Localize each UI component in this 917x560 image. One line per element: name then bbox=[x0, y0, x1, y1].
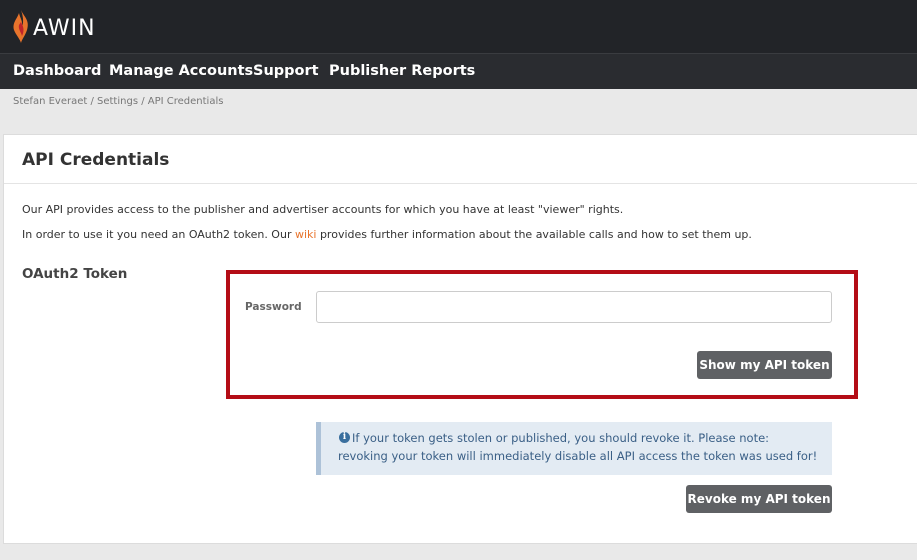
highlight-annotation bbox=[226, 270, 858, 399]
brand-name: AWIN bbox=[33, 15, 96, 41]
nav-dashboard[interactable]: Dashboard bbox=[13, 54, 101, 89]
revoke-warning-alert: i If your token gets stolen or published… bbox=[316, 422, 832, 475]
alert-text-line-2: revoking your token will immediately dis… bbox=[338, 449, 818, 463]
api-credentials-card: API Credentials Our API provides access … bbox=[3, 134, 917, 544]
revoke-api-token-button[interactable]: Revoke my API token bbox=[686, 485, 832, 513]
title-divider bbox=[4, 183, 917, 184]
password-label: Password bbox=[245, 301, 302, 313]
wiki-paragraph: In order to use it you need an OAuth2 to… bbox=[22, 228, 752, 241]
top-bar: AWIN bbox=[0, 0, 917, 53]
wiki-link[interactable]: wiki bbox=[295, 228, 316, 241]
nav-manage-accounts[interactable]: Manage Accounts bbox=[109, 54, 253, 89]
flame-logo-icon bbox=[13, 10, 28, 43]
nav-support[interactable]: Support bbox=[253, 54, 319, 89]
main-navigation: Dashboard Manage Accounts Support Publis… bbox=[0, 53, 917, 89]
info-circle-icon: i bbox=[339, 432, 350, 443]
awin-logo[interactable]: AWIN bbox=[10, 6, 96, 46]
show-api-token-button[interactable]: Show my API token bbox=[697, 351, 832, 379]
alert-text-line-1: If your token gets stolen or published, … bbox=[352, 431, 770, 445]
breadcrumb: Stefan Everaet / Settings / API Credenti… bbox=[13, 96, 224, 107]
page-title: API Credentials bbox=[22, 150, 170, 170]
wiki-paragraph-end: provides further information about the a… bbox=[316, 228, 752, 241]
password-input[interactable] bbox=[316, 291, 832, 323]
intro-paragraph: Our API provides access to the publisher… bbox=[22, 203, 624, 216]
nav-publisher-reports[interactable]: Publisher Reports bbox=[329, 54, 475, 89]
oauth2-token-label: OAuth2 Token bbox=[22, 266, 128, 282]
wiki-paragraph-start: In order to use it you need an OAuth2 to… bbox=[22, 228, 295, 241]
